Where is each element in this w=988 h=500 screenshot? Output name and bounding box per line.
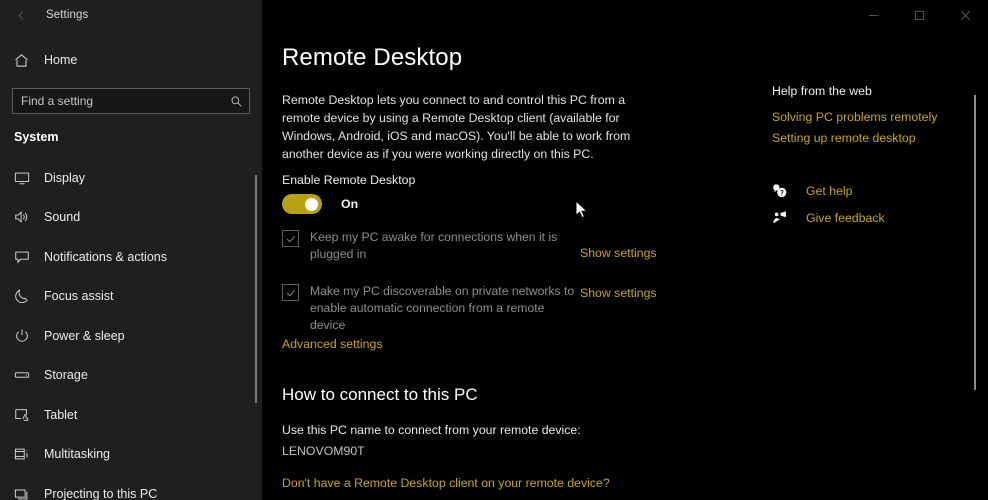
- sidebar-section-title: System: [14, 130, 59, 144]
- moon-icon: [14, 288, 40, 304]
- sidebar-item-display[interactable]: Display: [0, 158, 262, 198]
- main-content: Remote Desktop Remote Desktop lets you c…: [262, 0, 988, 500]
- sidebar-item-power-sleep-label: Power & sleep: [44, 328, 125, 343]
- enable-remote-desktop-toggle-row: On: [282, 194, 358, 214]
- projector-icon: [14, 486, 40, 500]
- speaker-icon: [14, 209, 40, 225]
- sidebar-item-power-sleep[interactable]: Power & sleep: [0, 316, 262, 356]
- sidebar-item-tablet-label: Tablet: [44, 407, 78, 422]
- search-icon[interactable]: [223, 95, 249, 108]
- sidebar-item-storage[interactable]: Storage: [0, 356, 262, 396]
- search-box[interactable]: [12, 88, 250, 114]
- sidebar-item-multitasking[interactable]: Multitasking: [0, 435, 262, 475]
- help-panel: Help from the web Solving PC problems re…: [772, 84, 982, 237]
- feedback-icon: [772, 210, 798, 226]
- sidebar-item-sound-label: Sound: [44, 210, 81, 225]
- monitor-icon: [14, 170, 40, 186]
- sidebar-item-projecting-label: Projecting to this PC: [44, 486, 158, 500]
- discoverable-checkbox[interactable]: [282, 284, 299, 301]
- sidebar-nav-list: Display Sound Notifications & actions Fo…: [0, 158, 262, 500]
- how-to-connect-heading: How to connect to this PC: [282, 385, 478, 404]
- sidebar-item-focus-assist[interactable]: Focus assist: [0, 277, 262, 317]
- keep-awake-checkbox-label: Keep my PC awake for connections when it…: [310, 230, 558, 261]
- content-scrollbar[interactable]: [970, 95, 980, 390]
- toggle-state-label: On: [341, 197, 359, 211]
- home-icon: [14, 53, 40, 68]
- page-title: Remote Desktop: [282, 44, 463, 71]
- sidebar-scrollbar[interactable]: [250, 175, 262, 403]
- help-actions: Get help Give feedback: [772, 183, 982, 226]
- give-feedback-action[interactable]: Give feedback: [772, 210, 982, 226]
- sidebar-item-sound[interactable]: Sound: [0, 198, 262, 238]
- no-client-link[interactable]: Don't have a Remote Desktop client on yo…: [282, 476, 610, 490]
- toggle-knob: [305, 197, 318, 211]
- get-help-action[interactable]: Get help: [772, 183, 982, 199]
- settings-window: Settings Home Find a setting System Disp…: [0, 0, 988, 500]
- sidebar-item-tablet[interactable]: Tablet: [0, 395, 262, 435]
- keep-awake-checkbox[interactable]: [282, 230, 299, 247]
- help-link-solving-pc-problems[interactable]: Solving PC problems remotely: [772, 110, 982, 124]
- chat-bubble-icon: [14, 249, 40, 265]
- search-input[interactable]: [13, 94, 223, 108]
- get-help-label: Get help: [806, 184, 853, 198]
- sidebar-item-home-label: Home: [44, 53, 78, 67]
- drive-icon: [14, 367, 40, 383]
- maximize-icon[interactable]: [896, 0, 942, 30]
- show-settings-link-keep-awake[interactable]: Show settings: [580, 246, 657, 260]
- help-panel-title: Help from the web: [772, 84, 872, 98]
- pc-name-label: Use this PC name to connect from your re…: [282, 423, 581, 437]
- help-link-setting-up-remote-desktop[interactable]: Setting up remote desktop: [772, 131, 982, 145]
- enable-remote-desktop-toggle[interactable]: [282, 194, 322, 214]
- sidebar-item-projecting[interactable]: Projecting to this PC: [0, 474, 262, 500]
- tablet-icon: [14, 407, 40, 423]
- back-arrow-icon[interactable]: [0, 0, 42, 30]
- title-bar-left: Settings: [0, 0, 262, 30]
- close-icon[interactable]: [942, 0, 988, 30]
- sidebar-item-notifications-label: Notifications & actions: [44, 249, 167, 264]
- pc-name-value: LENOVOM90T: [282, 444, 365, 458]
- multitasking-icon: [14, 446, 40, 462]
- intro-paragraph: Remote Desktop lets you connect to and c…: [282, 93, 631, 161]
- help-bubble-icon: [772, 183, 798, 199]
- app-title: Settings: [46, 9, 89, 21]
- give-feedback-label: Give feedback: [806, 211, 885, 225]
- sidebar-item-home[interactable]: Home: [0, 41, 262, 79]
- sidebar-item-storage-label: Storage: [44, 368, 88, 383]
- window-controls: [850, 0, 988, 30]
- sidebar-item-multitasking-label: Multitasking: [44, 447, 110, 462]
- sidebar: Home System Display: [0, 0, 262, 500]
- mouse-cursor: [575, 199, 589, 220]
- show-settings-link-discoverable[interactable]: Show settings: [580, 286, 657, 300]
- sidebar-scrollbar-thumb[interactable]: [255, 175, 257, 403]
- discoverable-checkbox-label: Make my PC discoverable on private netwo…: [310, 284, 575, 332]
- sidebar-item-display-label: Display: [44, 170, 85, 185]
- power-icon: [14, 328, 40, 344]
- minimize-icon[interactable]: [850, 0, 896, 30]
- content-scrollbar-thumb[interactable]: [974, 95, 976, 390]
- enable-remote-desktop-label: Enable Remote Desktop: [282, 173, 416, 187]
- sidebar-item-focus-assist-label: Focus assist: [44, 289, 114, 304]
- advanced-settings-link[interactable]: Advanced settings: [282, 337, 383, 351]
- sidebar-item-notifications[interactable]: Notifications & actions: [0, 237, 262, 277]
